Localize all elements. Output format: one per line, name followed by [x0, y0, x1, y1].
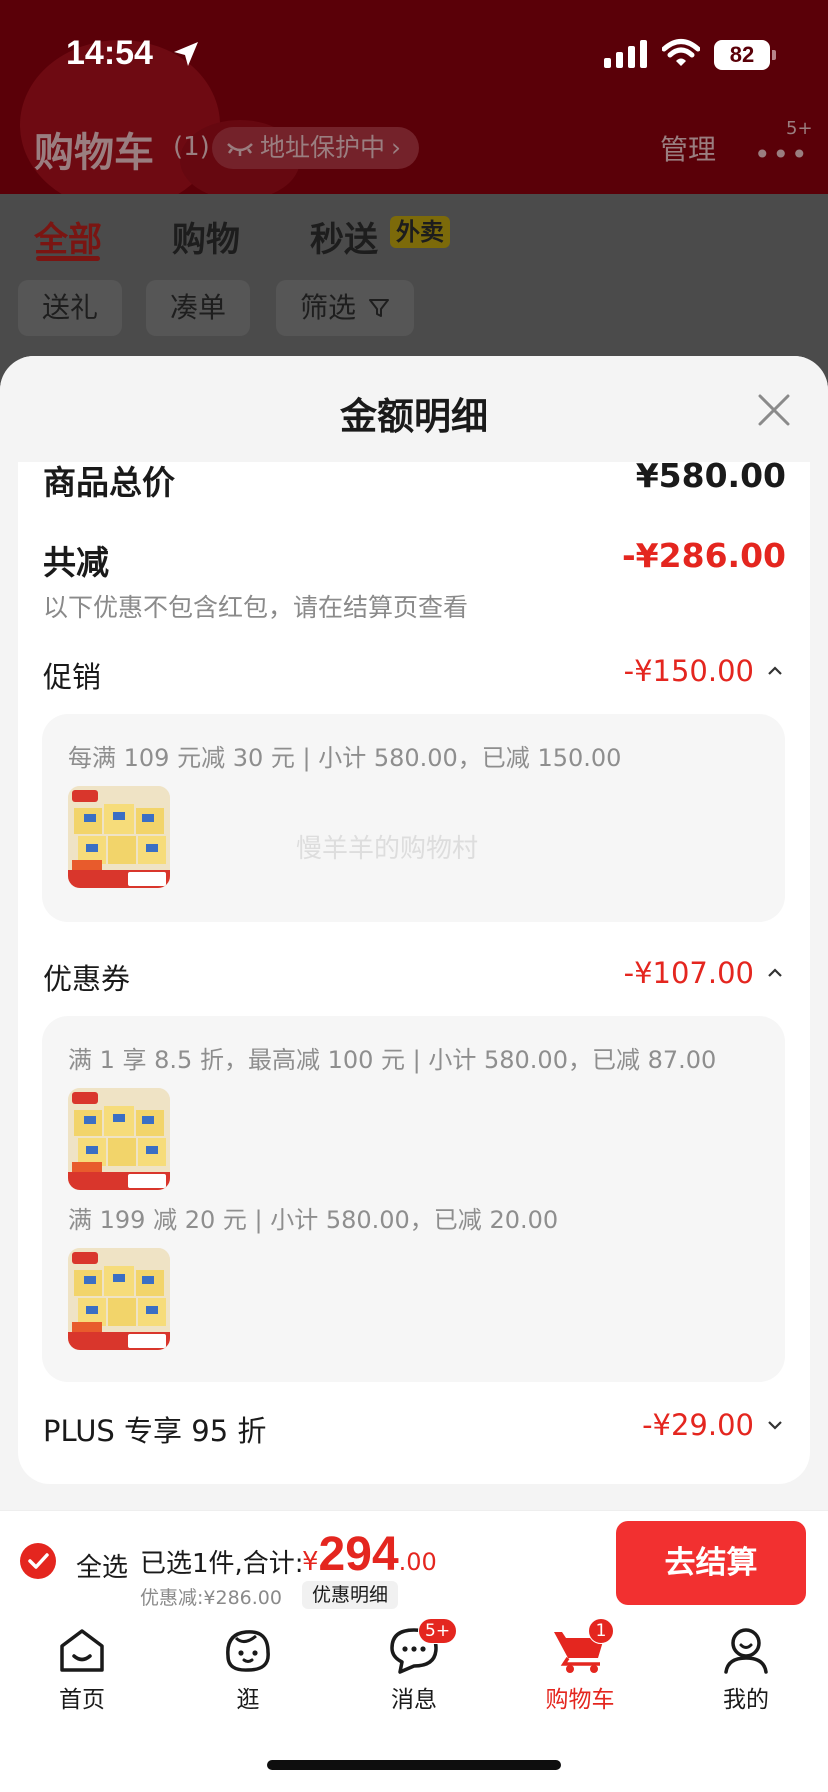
- nav-cart-label: 购物车: [545, 1687, 615, 1713]
- promotion-rule: 每满 109 元减 30 元 | 小计 580.00，已减 150.00: [68, 744, 622, 772]
- promotion-label: 促销: [43, 660, 102, 694]
- takeout-tag: 外卖: [390, 216, 450, 248]
- funnel-icon: [369, 299, 390, 317]
- battery-tip: [772, 50, 776, 60]
- close-icon[interactable]: [752, 388, 796, 432]
- more-badge: 5+: [786, 118, 813, 139]
- nav-home[interactable]: 首页: [22, 1626, 142, 1714]
- checkmark-icon: [28, 1553, 49, 1569]
- browse-face-icon: [226, 1630, 270, 1672]
- profile-icon: [724, 1628, 768, 1674]
- address-protect-label: 地址保护中: [260, 133, 386, 162]
- nav-browse-label: 逛: [236, 1687, 260, 1713]
- total-discount-amount: -¥286.00: [621, 536, 786, 575]
- tab-shopping[interactable]: 购物: [172, 212, 240, 261]
- tab-all[interactable]: 全部: [34, 212, 102, 261]
- sheet-header: 金额明细: [0, 356, 828, 462]
- coupon-detail-box: 满 1 享 8.5 折，最高减 100 元 | 小计 580.00，已减 87.…: [42, 1016, 785, 1382]
- chevron-up-icon[interactable]: [764, 962, 786, 984]
- filter-bundle-label: 凑单: [170, 291, 227, 324]
- home-indicator: [267, 1760, 561, 1770]
- cart-badge: 1: [588, 1618, 614, 1644]
- product-thumbnail[interactable]: [68, 1088, 170, 1190]
- location-arrow-icon: [174, 42, 198, 66]
- detail-card: 商品总价 ¥580.00 共减 -¥286.00 以下优惠不包含红包，请在结算页…: [18, 456, 810, 1484]
- total-integer: 294: [318, 1528, 399, 1581]
- home-icon: [60, 1629, 104, 1672]
- checkout-bar: 全选 已选1件,合计: ¥ 294 .00 优惠减:¥286.00 优惠明细 去…: [0, 1510, 828, 1612]
- currency-symbol: ¥: [302, 1547, 319, 1577]
- nav-profile-label: 我的: [723, 1687, 769, 1713]
- cart-title: 购物车: [34, 130, 154, 176]
- cart-count: (1): [173, 132, 210, 162]
- total-discount-label: 共减: [43, 543, 109, 582]
- discount-summary: 优惠减:¥286.00: [140, 1587, 282, 1609]
- plus-discount-label: PLUS 专享 95 折: [43, 1414, 267, 1448]
- messages-badge: 5+: [418, 1618, 458, 1644]
- selected-info: 已选1件,合计:: [140, 1549, 304, 1579]
- tissue-product-image: [68, 1248, 170, 1350]
- product-thumbnail[interactable]: [68, 786, 170, 888]
- watermark: 慢羊羊的购物村: [296, 834, 479, 864]
- nav-profile[interactable]: 我的: [686, 1626, 806, 1714]
- coupon-amount: -¥107.00: [623, 956, 754, 990]
- nav-messages[interactable]: 消息 5+: [354, 1618, 474, 1714]
- filter-gift[interactable]: 送礼: [18, 280, 123, 336]
- product-thumbnail[interactable]: [68, 1248, 170, 1350]
- chevron-up-icon[interactable]: [764, 660, 786, 682]
- sheet-title: 金额明细: [340, 395, 488, 438]
- wifi-icon: [662, 39, 700, 66]
- address-protect-pill[interactable]: 地址保护中 ›: [212, 127, 420, 169]
- amount-detail-sheet: 金额明细 商品总价 ¥580.00 共减 -¥286.00 以下优惠不包含红包，…: [0, 356, 828, 1510]
- filter-gift-label: 送礼: [42, 291, 99, 324]
- select-all-checkbox[interactable]: [20, 1543, 56, 1579]
- total-price: ¥ 294 .00: [302, 1527, 437, 1582]
- tissue-product-image: [68, 786, 170, 888]
- coupon-rule: 满 1 享 8.5 折，最高减 100 元 | 小计 580.00，已减 87.…: [68, 1046, 717, 1074]
- discount-note: 以下优惠不包含红包，请在结算页查看: [43, 593, 469, 622]
- cellular-signal-icon: [604, 40, 647, 68]
- tissue-product-image: [68, 1088, 170, 1190]
- plus-discount-amount: -¥29.00: [642, 1408, 754, 1442]
- filter-bundle[interactable]: 凑单: [146, 280, 251, 336]
- discount-detail-link[interactable]: 优惠明细: [302, 1581, 399, 1609]
- tab-instant-delivery[interactable]: 秒送: [310, 212, 378, 261]
- checkout-button[interactable]: 去结算: [616, 1521, 806, 1605]
- status-time: 14:54: [66, 34, 153, 72]
- total-decimal: .00: [398, 1548, 437, 1576]
- battery-level: 82: [714, 40, 770, 70]
- coupon-rule: 满 199 减 20 元 | 小计 580.00，已减 20.00: [68, 1206, 559, 1234]
- promotion-detail-box: 每满 109 元减 30 元 | 小计 580.00，已减 150.00: [42, 714, 785, 922]
- nav-home-label: 首页: [59, 1687, 105, 1713]
- total-price-label: 商品总价: [43, 463, 175, 502]
- coupon-label: 优惠券: [43, 962, 131, 996]
- select-all-label[interactable]: 全选: [76, 1547, 128, 1584]
- eye-closed-icon: [227, 143, 253, 156]
- status-bar: 14:54 82: [0, 0, 828, 110]
- more-icon[interactable]: •••: [754, 138, 810, 171]
- chevron-right-icon: ›: [391, 133, 402, 162]
- filter-button[interactable]: 筛选: [276, 280, 415, 336]
- nav-messages-label: 消息: [391, 1687, 437, 1713]
- chevron-down-icon[interactable]: [764, 1414, 786, 1436]
- nav-cart[interactable]: 购物车 1: [520, 1618, 640, 1714]
- promotion-amount: -¥150.00: [623, 654, 754, 688]
- filter-label: 筛选: [300, 291, 357, 324]
- manage-button[interactable]: 管理: [660, 128, 716, 168]
- nav-browse[interactable]: 逛: [188, 1626, 308, 1714]
- tab-active-indicator: [36, 256, 100, 261]
